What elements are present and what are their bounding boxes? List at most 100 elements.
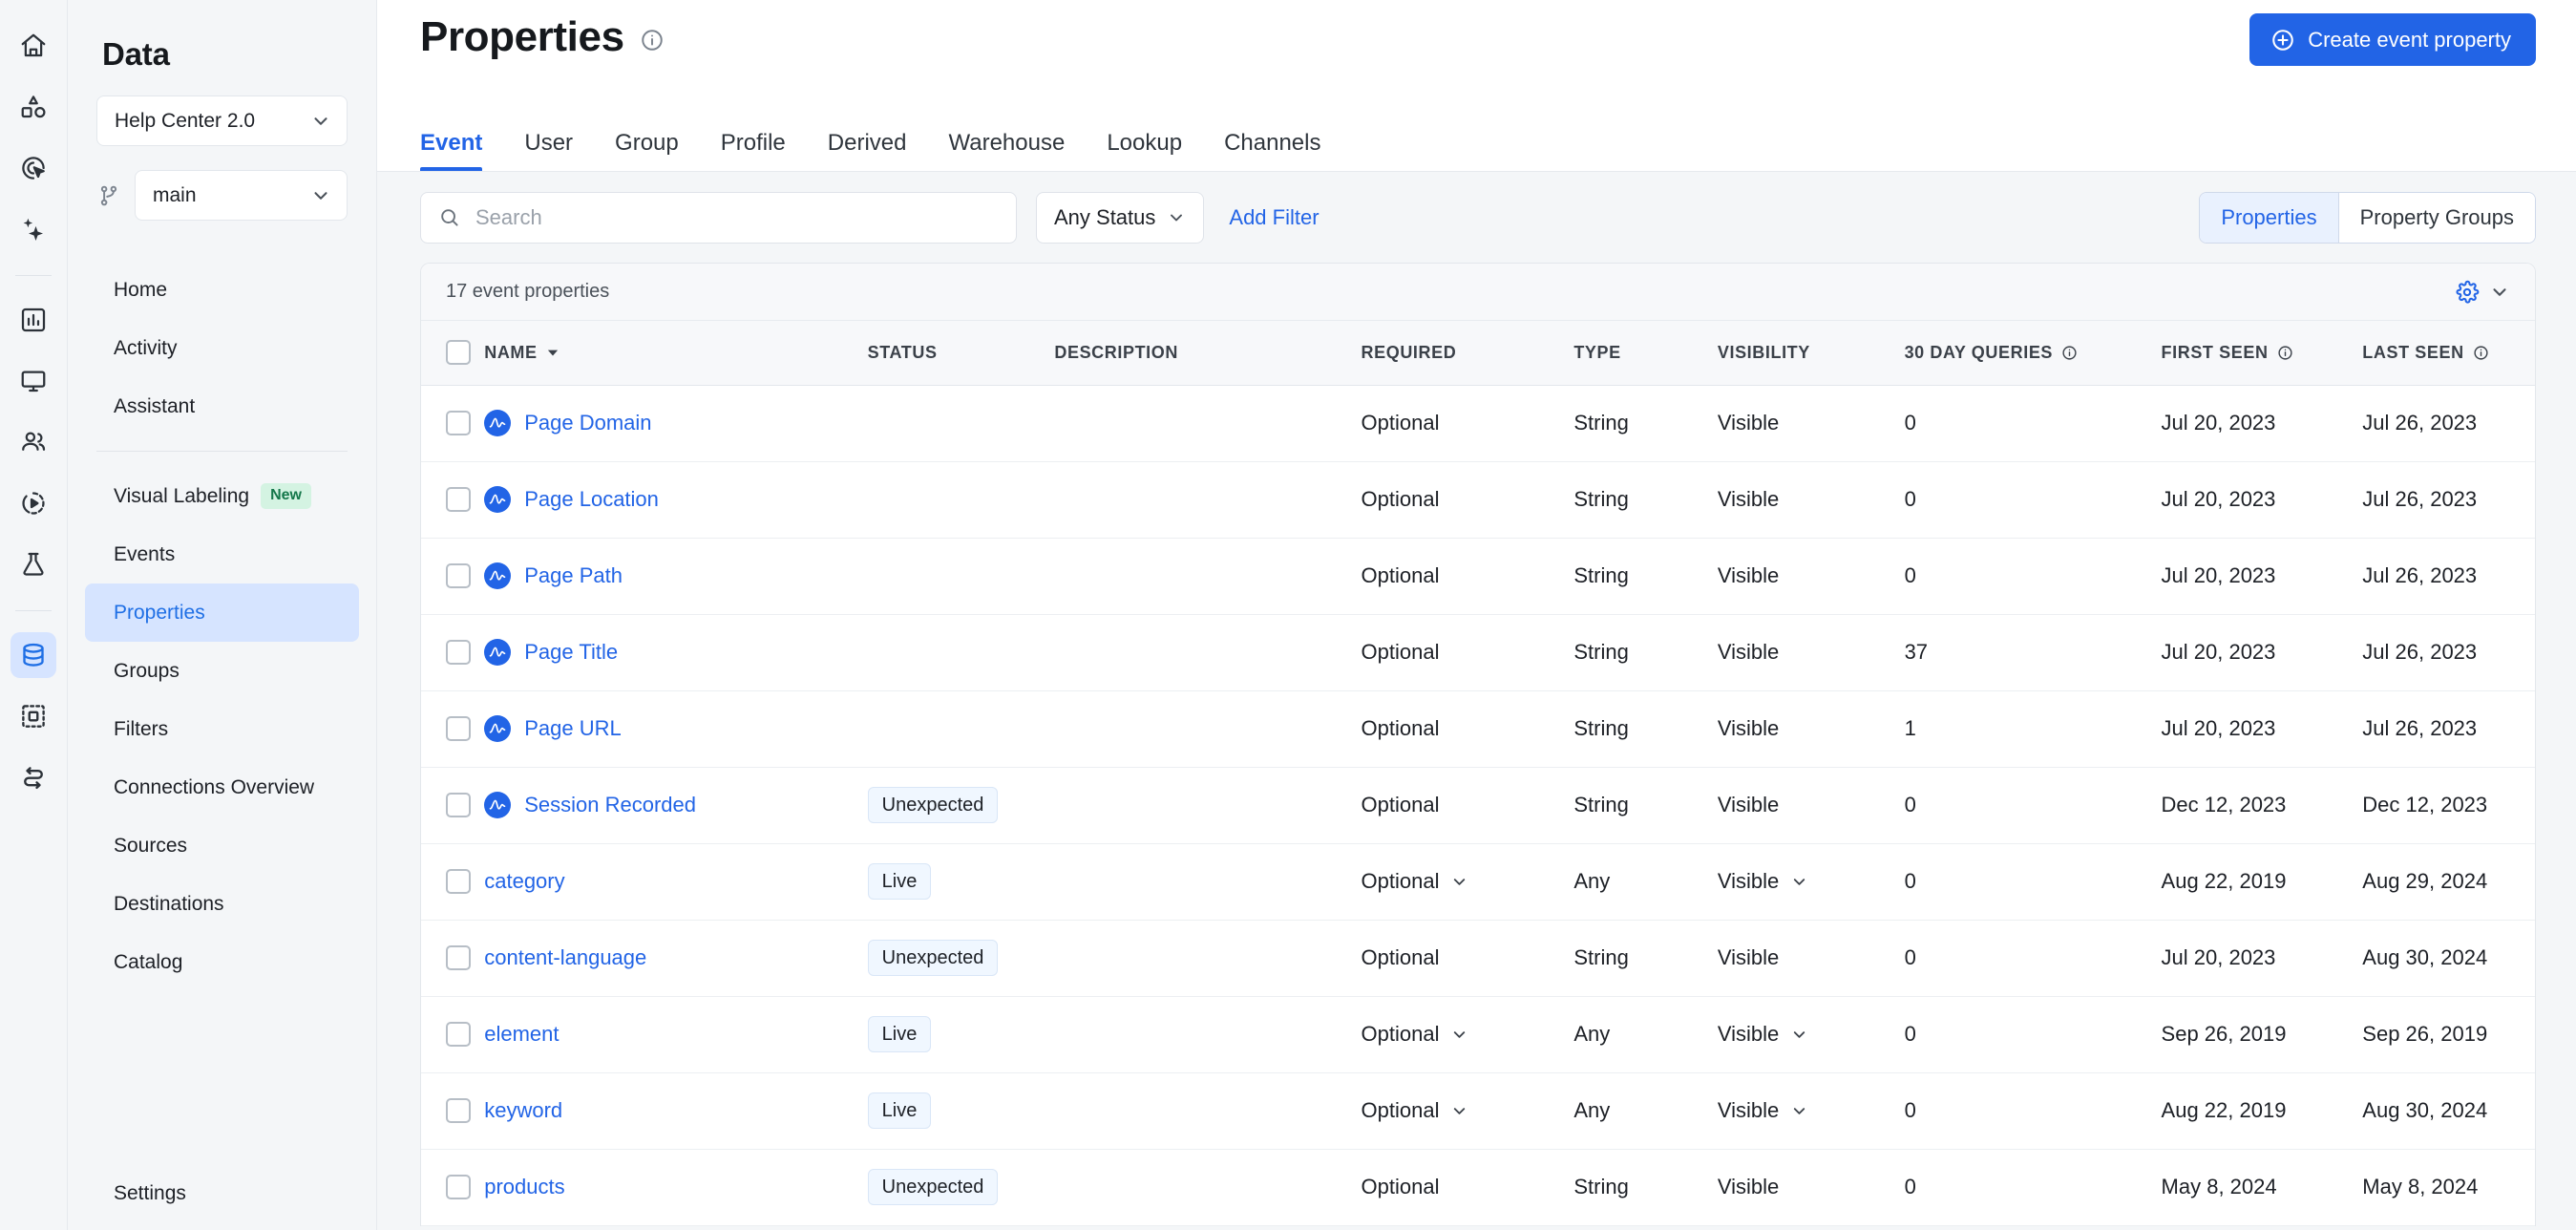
project-selector[interactable]: Help Center 2.0 [96,95,348,146]
property-name-link[interactable]: Session Recorded [524,793,696,817]
sidebar-item-connections-overview[interactable]: Connections Overview [85,758,359,816]
table-row[interactable]: Page DomainOptionalStringVisible0Jul 20,… [421,385,2535,461]
row-checkbox[interactable] [446,1098,471,1123]
property-name-link[interactable]: category [484,869,564,894]
row-select-cell [421,996,484,1072]
table-settings-button[interactable] [2455,280,2510,305]
cell-first-seen: Jul 20, 2023 [2162,538,2363,614]
col-type[interactable]: TYPE [1573,321,1718,385]
monitor-icon[interactable] [11,358,56,404]
cell-required[interactable]: Optional [1362,996,1574,1072]
toggle-properties[interactable]: Properties [2200,193,2337,243]
cell-visibility[interactable]: Visible [1718,996,1905,1072]
row-checkbox[interactable] [446,563,471,588]
property-name-link[interactable]: Page Title [524,640,618,665]
sparkles-icon[interactable] [11,206,56,252]
sidebar-item-groups[interactable]: Groups [85,642,359,700]
home-icon[interactable] [11,23,56,69]
col-queries[interactable]: 30 DAY QUERIES [1905,321,2162,385]
cursor-target-icon[interactable] [11,145,56,191]
select-all-checkbox[interactable] [446,340,471,365]
sidebar-item-activity[interactable]: Activity [85,319,359,377]
create-event-property-button[interactable]: Create event property [2249,13,2536,66]
col-first-seen[interactable]: FIRST SEEN [2162,321,2363,385]
table-row[interactable]: Page URLOptionalStringVisible1Jul 20, 20… [421,690,2535,767]
flask-icon[interactable] [11,541,56,587]
sidebar-item-visual-labeling[interactable]: Visual Labeling New [85,467,359,525]
database-icon[interactable] [11,632,56,678]
sidebar-item-filters[interactable]: Filters [85,700,359,758]
tab-channels[interactable]: Channels [1203,130,1341,172]
table-row[interactable]: productsUnexpectedOptionalStringVisible0… [421,1149,2535,1225]
sidebar-item-settings[interactable]: Settings [85,1164,359,1222]
toggle-property-groups[interactable]: Property Groups [2338,193,2535,243]
row-checkbox[interactable] [446,793,471,817]
status-filter-dropdown[interactable]: Any Status [1036,192,1204,244]
row-checkbox[interactable] [446,640,471,665]
table-row[interactable]: content-languageUnexpectedOptionalString… [421,920,2535,996]
flow-icon[interactable] [11,754,56,800]
col-description[interactable]: DESCRIPTION [1054,321,1361,385]
play-circle-icon[interactable] [11,480,56,526]
table-row[interactable]: Page LocationOptionalStringVisible0Jul 2… [421,461,2535,538]
row-checkbox[interactable] [446,487,471,512]
sidebar-item-properties[interactable]: Properties [85,583,359,642]
col-last-seen[interactable]: LAST SEEN [2362,321,2535,385]
sidebar-item-sources[interactable]: Sources [85,816,359,875]
sidebar-item-assistant[interactable]: Assistant [85,377,359,435]
property-name-link[interactable]: keyword [484,1098,562,1123]
tab-profile[interactable]: Profile [700,130,807,172]
add-filter-link[interactable]: Add Filter [1229,205,1319,230]
tab-event[interactable]: Event [420,130,503,172]
property-name-link[interactable]: Page Path [524,563,623,588]
row-checkbox[interactable] [446,411,471,435]
cell-description [1054,767,1361,843]
property-name-link[interactable]: Page Domain [524,411,651,435]
table-row[interactable]: elementLiveOptionalAnyVisible0Sep 26, 20… [421,996,2535,1072]
property-name-link[interactable]: Page Location [524,487,659,512]
sidebar-item-destinations[interactable]: Destinations [85,875,359,933]
tab-warehouse[interactable]: Warehouse [927,130,1086,172]
branch-selector[interactable]: main [135,170,348,221]
col-status[interactable]: STATUS [868,321,1055,385]
chart-bar-icon[interactable] [11,297,56,343]
col-visibility[interactable]: VISIBILITY [1718,321,1905,385]
tab-derived[interactable]: Derived [807,130,928,172]
row-checkbox[interactable] [446,1022,471,1047]
cell-required[interactable]: Optional [1362,843,1574,920]
tab-user[interactable]: User [503,130,594,172]
row-checkbox[interactable] [446,716,471,741]
tab-lookup[interactable]: Lookup [1086,130,1203,172]
properties-count: 17 event properties [446,281,609,303]
sidebar-item-catalog[interactable]: Catalog [85,933,359,991]
cell-required: Optional [1362,920,1574,996]
table-row[interactable]: Session RecordedUnexpectedOptionalString… [421,767,2535,843]
info-circle-icon[interactable] [640,28,665,53]
cell-visibility[interactable]: Visible [1718,843,1905,920]
people-icon[interactable] [11,419,56,465]
table-row[interactable]: Page TitleOptionalStringVisible37Jul 20,… [421,614,2535,690]
row-checkbox[interactable] [446,945,471,970]
property-name-link[interactable]: Page URL [524,716,622,741]
col-name[interactable]: NAME [484,321,867,385]
sidebar-item-events[interactable]: Events [85,525,359,583]
selection-icon[interactable] [11,693,56,739]
cell-required[interactable]: Optional [1362,1072,1574,1149]
col-required[interactable]: REQUIRED [1362,321,1574,385]
search-input[interactable] [475,205,999,230]
property-name-link[interactable]: content-language [484,945,646,970]
row-checkbox[interactable] [446,869,471,894]
row-checkbox[interactable] [446,1175,471,1199]
cell-name: Page Domain [484,385,867,461]
shapes-icon[interactable] [11,84,56,130]
property-name-link[interactable]: products [484,1175,564,1199]
table-row[interactable]: keywordLiveOptionalAnyVisible0Aug 22, 20… [421,1072,2535,1149]
tab-group[interactable]: Group [594,130,700,172]
search-box[interactable] [420,192,1017,244]
sidebar-item-home[interactable]: Home [85,261,359,319]
table-row[interactable]: categoryLiveOptionalAnyVisible0Aug 22, 2… [421,843,2535,920]
cell-visibility[interactable]: Visible [1718,1072,1905,1149]
property-name-link[interactable]: element [484,1022,559,1047]
tab-label: Event [420,130,482,156]
table-row[interactable]: Page PathOptionalStringVisible0Jul 20, 2… [421,538,2535,614]
